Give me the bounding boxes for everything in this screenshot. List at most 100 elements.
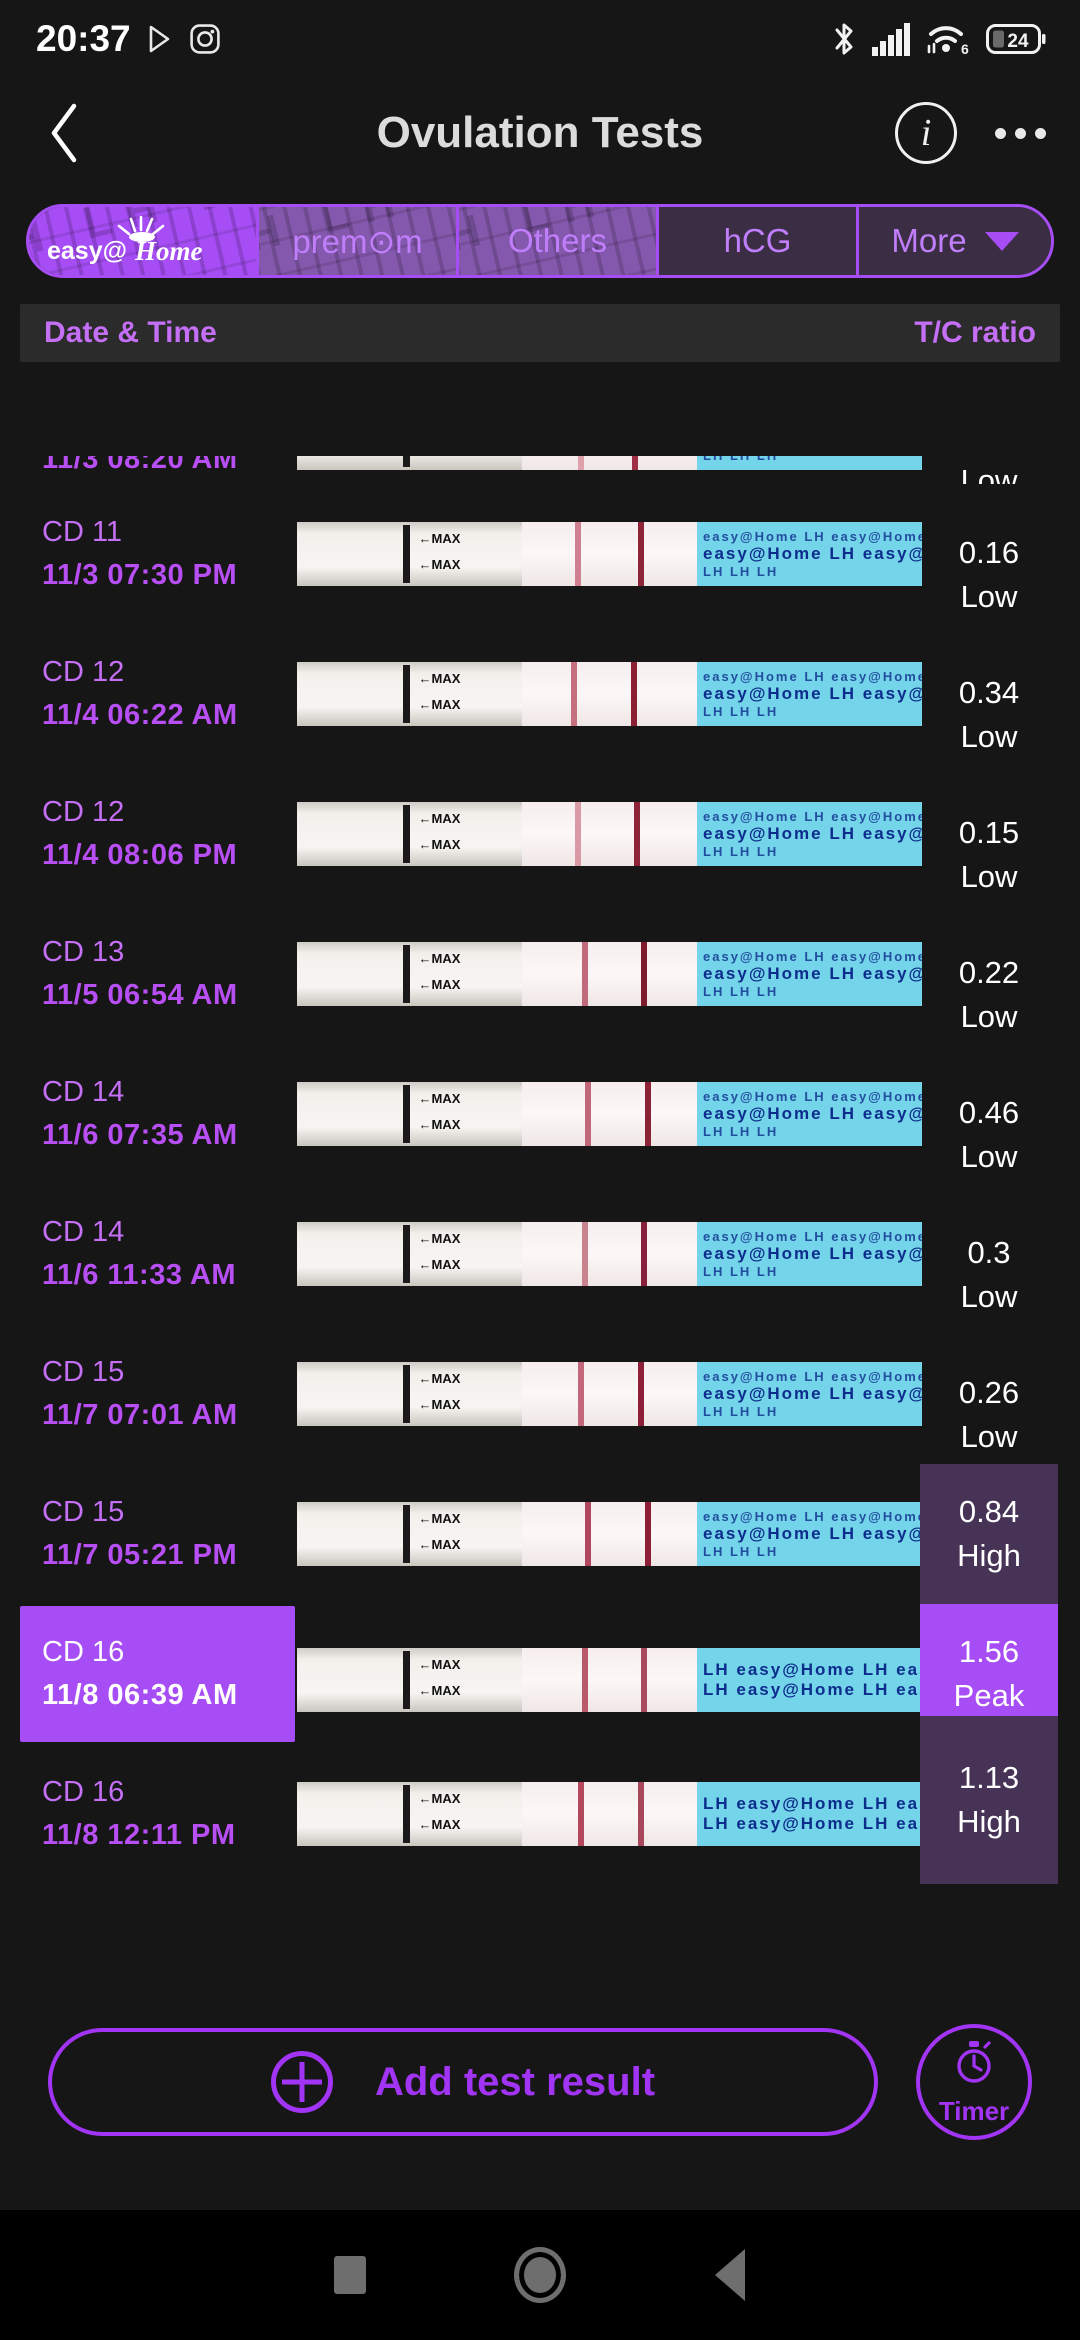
row-ratio-cell: 0.3 Low (920, 1222, 1058, 1328)
column-header-tc-ratio: T/C ratio (914, 316, 1036, 349)
back-button-system[interactable] (635, 2210, 825, 2340)
table-row[interactable]: CD 15 11/7 07:01 AM ←MAX ←MAX easy@Home … (0, 1324, 1080, 1464)
test-brand-tabbar-wrap: LH LH LH LH LH LH LH LH easy@ Home LH LH… (0, 188, 1080, 278)
battery-icon: 24 (986, 23, 1046, 55)
row-datetime: 11/6 11:33 AM (42, 1259, 237, 1291)
strip-max-label: ←MAX (418, 1656, 461, 1672)
table-row[interactable]: CD 16 11/8 06:39 AM ←MAX ←MAX LH easy@Ho… (0, 1604, 1080, 1744)
test-results-list[interactable]: CD 11 11/3 08:20 AM ←MAX ←MAX easy@Hom (0, 456, 1080, 2002)
strip-max-label: ←MAX (418, 1682, 461, 1698)
test-strip-thumbnail[interactable]: ←MAX ←MAX easy@Home LH easy@Home LH easy… (297, 1222, 922, 1286)
row-date-cell: CD 11 11/3 08:20 AM (20, 456, 295, 484)
test-strip-thumbnail[interactable]: ←MAX ←MAX easy@Home LH easy@Home LH easy… (297, 1502, 922, 1566)
row-ratio-cell: 0.16 Low (920, 522, 1058, 628)
bluetooth-icon (831, 20, 857, 58)
timer-button[interactable]: Timer (916, 2024, 1032, 2140)
table-row[interactable]: CD 16 11/8 12:11 PM ←MAX ←MAX LH easy@Ho… (0, 1716, 1080, 1884)
strip-brand-text: easy@Home LH easy@Home LH (703, 1384, 922, 1403)
more-dots-icon (1015, 127, 1026, 139)
row-cycle-day: CD 12 (42, 656, 125, 688)
tab-easy-at-home[interactable]: LH LH LH LH LH LH LH LH easy@ Home (29, 207, 259, 275)
strip-max-label: ←MAX (418, 836, 461, 852)
row-ratio-value: 0.16 (958, 535, 1020, 570)
strip-brand-text: LH LH LH (697, 456, 922, 463)
bottom-action-bar: Add test result Timer (0, 2012, 1080, 2152)
test-strip-thumbnail[interactable]: ←MAX ←MAX easy@Home LH easy@Home LH easy… (297, 456, 922, 470)
row-status-label: Low (960, 1279, 1018, 1314)
row-ratio-value: 0.26 (958, 1375, 1020, 1410)
row-ratio-cell: 0.15 Low (920, 802, 1058, 908)
add-test-result-label: Add test result (374, 2059, 656, 2104)
row-datetime: 11/6 07:35 AM (42, 1119, 238, 1151)
tab-premom-label: prem⊙m (292, 222, 423, 260)
row-ratio-value: 0.84 (958, 1494, 1020, 1529)
row-cycle-day: CD 11 (42, 516, 123, 548)
strip-brand-text: easy@Home LH easy@Home LH (703, 1524, 922, 1543)
test-strip-thumbnail[interactable]: ←MAX ←MAX easy@Home LH easy@Home LH easy… (297, 1082, 922, 1146)
table-column-header: Date & Time T/C ratio (20, 304, 1060, 362)
table-row[interactable]: CD 13 11/5 06:54 AM ←MAX ←MAX easy@Home … (0, 904, 1080, 1044)
test-strip-thumbnail[interactable]: ←MAX ←MAX easy@Home LH easy@Home LH easy… (297, 802, 922, 866)
table-row[interactable]: CD 11 11/3 08:20 AM ←MAX ←MAX easy@Hom (0, 456, 1080, 484)
overflow-menu-button[interactable] (989, 118, 1052, 149)
strip-brand-text: LH LH LH (703, 564, 779, 579)
strip-max-label: ←MAX (418, 1790, 461, 1806)
strip-brand-text: easy@Home LH easy@Home LH (703, 809, 922, 824)
test-strip-thumbnail[interactable]: ←MAX ←MAX easy@Home LH easy@Home LH easy… (297, 942, 922, 1006)
row-date-cell: CD 16 11/8 06:39 AM (20, 1606, 295, 1742)
row-datetime: 11/8 06:39 AM (42, 1679, 238, 1711)
table-row[interactable]: CD 12 11/4 06:22 AM ←MAX ←MAX easy@Home … (0, 624, 1080, 764)
strip-brand-text: LH LH LH (703, 1264, 779, 1279)
row-status-label: Low (960, 579, 1018, 614)
tab-others[interactable]: LH LH LH LH LH LH LH LH Others (459, 207, 659, 275)
chevron-left-icon (45, 102, 85, 164)
row-ratio-cell: 0.22 Low (920, 942, 1058, 1048)
test-strip-thumbnail[interactable]: ←MAX ←MAX LH easy@Home LH easy@Home LH L… (297, 1648, 922, 1712)
table-row[interactable]: CD 14 11/6 07:35 AM ←MAX ←MAX easy@Home … (0, 1044, 1080, 1184)
info-button[interactable]: i (895, 102, 957, 164)
tab-premom[interactable]: LH LH LH LH LH LH LH LH prem⊙m (259, 207, 459, 275)
row-date-cell: CD 12 11/4 06:22 AM (20, 641, 295, 747)
status-bar: 20:37 6 24 (0, 0, 1080, 78)
table-row[interactable]: CD 14 11/6 11:33 AM ←MAX ←MAX easy@Home … (0, 1184, 1080, 1324)
row-cycle-day: CD 12 (42, 796, 125, 828)
svg-text:Home: Home (134, 236, 203, 266)
strip-brand-text: easy@Home LH easy@Home LH (703, 949, 922, 964)
table-row[interactable]: CD 12 11/4 08:06 PM ←MAX ←MAX easy@Home … (0, 764, 1080, 904)
add-test-result-button[interactable]: Add test result (48, 2028, 878, 2136)
strip-brand-text: easy@Home LH easy@Home LH (703, 529, 922, 544)
strip-brand-text: easy@Home LH easy@Home LH (703, 1244, 922, 1263)
triangle-left-icon (715, 2249, 745, 2301)
row-status-label: Low (960, 719, 1018, 754)
system-navigation-bar (0, 2210, 1080, 2340)
test-strip-thumbnail[interactable]: ←MAX ←MAX easy@Home LH easy@Home LH easy… (297, 522, 922, 586)
row-date-cell: CD 14 11/6 07:35 AM (20, 1061, 295, 1167)
recents-button[interactable] (255, 2210, 445, 2340)
row-ratio-cell: 1.13 High (920, 1716, 1058, 1884)
square-icon (334, 2256, 366, 2294)
row-datetime: 11/3 07:30 PM (42, 559, 238, 591)
strip-brand-text: LH easy@Home LH easy@Home LH (703, 1660, 922, 1679)
table-row[interactable]: CD 15 11/7 05:21 PM ←MAX ←MAX easy@Home … (0, 1464, 1080, 1604)
tab-others-label: Others (507, 222, 608, 259)
battery-level-text: 24 (1007, 31, 1029, 52)
strip-max-label: ←MAX (418, 810, 461, 826)
row-status-label: High (957, 1538, 1021, 1573)
back-button[interactable] (30, 98, 100, 168)
row-ratio-value: 0.34 (958, 675, 1020, 710)
svg-text:easy@: easy@ (47, 237, 127, 265)
tab-hcg[interactable]: hCG (659, 207, 859, 275)
row-status-label: Low (960, 463, 1018, 484)
home-button[interactable] (445, 2210, 635, 2340)
row-cycle-day: CD 15 (42, 1496, 125, 1528)
strip-max-label: ←MAX (418, 1116, 461, 1132)
test-strip-thumbnail[interactable]: ←MAX ←MAX easy@Home LH easy@Home LH easy… (297, 662, 922, 726)
test-strip-thumbnail[interactable]: ←MAX ←MAX easy@Home LH easy@Home LH easy… (297, 1362, 922, 1426)
strip-brand-text: easy@Home LH easy@Home LH (703, 544, 922, 563)
more-dots-icon (995, 127, 1006, 139)
test-strip-thumbnail[interactable]: ←MAX ←MAX LH easy@Home LH easy@Home LH L… (297, 1782, 922, 1846)
strip-brand-text: easy@Home LH easy@Home LH (703, 669, 922, 684)
table-row[interactable]: CD 11 11/3 07:30 PM ←MAX ←MAX easy@Home … (0, 484, 1080, 624)
strip-max-label: ←MAX (418, 670, 461, 686)
tab-more[interactable]: More (859, 207, 1051, 275)
